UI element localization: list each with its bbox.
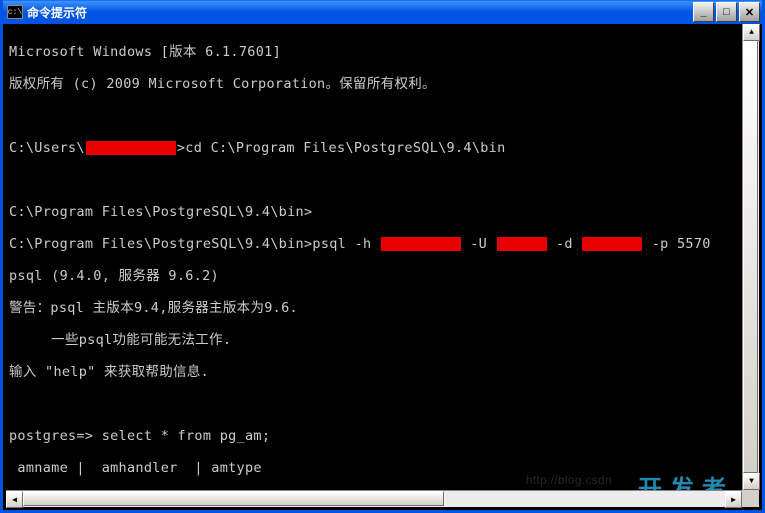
scroll-left-button[interactable]: ◀: [6, 491, 23, 508]
scroll-thumb-v[interactable]: [743, 41, 758, 473]
output-line: 一些psql功能可能无法工作.: [9, 332, 756, 348]
command-prompt-window: c:\ 命令提示符 _ □ ✕ Microsoft Windows [版本 6.…: [0, 0, 765, 513]
output-line: [9, 396, 756, 412]
output-line: [9, 172, 756, 188]
output-line: 警告：psql 主版本9.4,服务器主版本为9.6.: [9, 300, 756, 316]
close-button[interactable]: ✕: [739, 2, 760, 22]
output-line: [9, 108, 756, 124]
redacted-host: [381, 237, 461, 251]
text: -U: [462, 236, 496, 252]
window-title: 命令提示符: [27, 4, 693, 21]
output-line: 输入 "help" 来获取帮助信息.: [9, 364, 756, 380]
table-header: amname | amhandler | amtype: [9, 460, 756, 476]
scroll-up-button[interactable]: ▲: [743, 24, 760, 41]
title-bar[interactable]: c:\ 命令提示符 _ □ ✕: [3, 0, 762, 24]
vertical-scrollbar[interactable]: ▲ ▼: [742, 24, 759, 490]
redacted-db: [582, 237, 642, 251]
maximize-button[interactable]: □: [716, 2, 737, 22]
minimize-button[interactable]: _: [693, 2, 714, 22]
scroll-track-h[interactable]: [23, 491, 725, 507]
text: C:\Users\: [9, 140, 85, 156]
redacted-username: [86, 141, 176, 155]
scroll-down-button[interactable]: ▼: [743, 473, 760, 490]
scroll-thumb-h[interactable]: [23, 491, 444, 506]
output-line: C:\Program Files\PostgreSQL\9.4\bin>: [9, 204, 756, 220]
horizontal-scrollbar[interactable]: ◀ ▶: [6, 490, 742, 507]
app-icon: c:\: [7, 5, 23, 19]
text: -p 5570: [643, 236, 710, 252]
text: -d: [548, 236, 582, 252]
scroll-track-v[interactable]: [743, 41, 759, 473]
output-line: C:\Program Files\PostgreSQL\9.4\bin>psql…: [9, 236, 756, 252]
output-line: Microsoft Windows [版本 6.1.7601]: [9, 44, 756, 60]
sql-query: postgres=> select * from pg_am;: [9, 428, 756, 444]
redacted-user: [497, 237, 547, 251]
output-line: C:\Users\ >cd C:\Program Files\PostgreSQL…: [9, 140, 756, 156]
output-line: psql (9.4.0, 服务器 9.6.2): [9, 268, 756, 284]
text: >cd C:\Program Files\PostgreSQL\9.4\bin: [177, 140, 506, 156]
text: C:\Program Files\PostgreSQL\9.4\bin>psql…: [9, 236, 380, 252]
output-line: 版权所有 (c) 2009 Microsoft Corporation。保留所有…: [9, 76, 756, 92]
terminal-output[interactable]: Microsoft Windows [版本 6.1.7601] 版权所有 (c)…: [3, 24, 762, 510]
window-controls: _ □ ✕: [693, 2, 760, 22]
scroll-right-button[interactable]: ▶: [725, 491, 742, 508]
scrollbar-corner: [742, 490, 759, 507]
